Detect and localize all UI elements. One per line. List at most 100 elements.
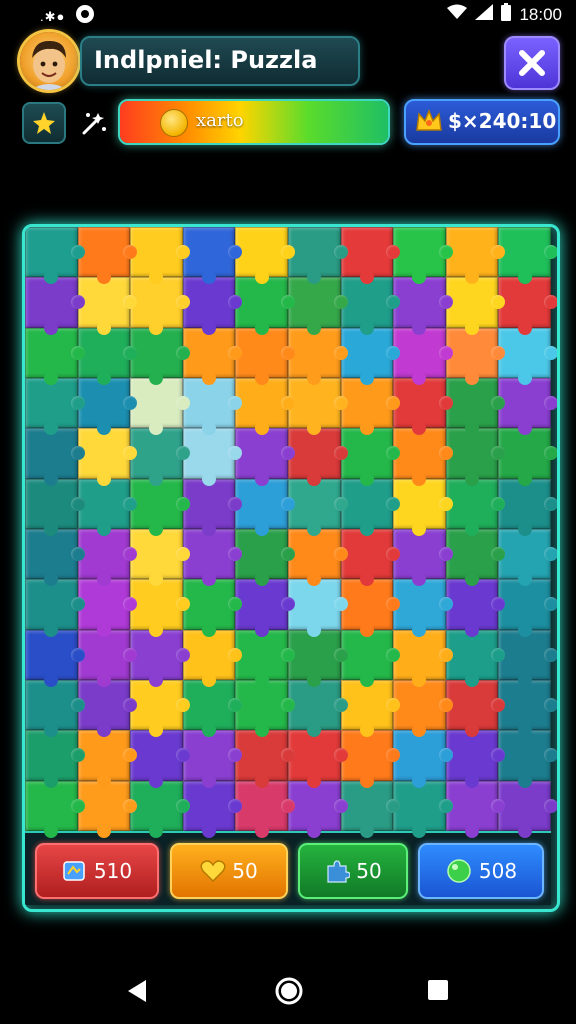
puzzle-piece[interactable] bbox=[445, 327, 505, 386]
puzzle-piece[interactable] bbox=[77, 679, 137, 738]
puzzle-piece[interactable] bbox=[445, 579, 505, 638]
puzzle-piece[interactable] bbox=[182, 679, 242, 738]
puzzle-piece[interactable] bbox=[498, 327, 557, 386]
puzzle-piece[interactable] bbox=[235, 377, 295, 436]
puzzle-piece[interactable] bbox=[77, 629, 137, 688]
puzzle-piece[interactable] bbox=[25, 327, 85, 386]
shuffle-button[interactable] bbox=[22, 102, 66, 144]
puzzle-piece[interactable] bbox=[340, 478, 400, 537]
puzzle-piece[interactable] bbox=[393, 579, 453, 638]
puzzle-piece[interactable] bbox=[25, 478, 85, 537]
hint-button[interactable] bbox=[72, 102, 116, 144]
puzzle-piece[interactable] bbox=[130, 227, 190, 285]
puzzle-piece[interactable] bbox=[130, 730, 190, 789]
puzzle-piece[interactable] bbox=[130, 579, 190, 638]
puzzle-piece[interactable] bbox=[498, 679, 557, 738]
puzzle-piece[interactable] bbox=[130, 679, 190, 738]
puzzle-piece[interactable] bbox=[130, 327, 190, 386]
puzzle-piece[interactable] bbox=[235, 780, 295, 839]
nav-back-button[interactable] bbox=[124, 978, 150, 1008]
puzzle-piece[interactable] bbox=[393, 528, 453, 587]
puzzle-piece[interactable] bbox=[445, 528, 505, 587]
puzzle-piece[interactable] bbox=[287, 730, 348, 789]
puzzle-piece[interactable] bbox=[182, 327, 242, 386]
puzzle-piece[interactable] bbox=[182, 227, 242, 285]
puzzle-piece[interactable] bbox=[182, 277, 242, 336]
puzzle-piece[interactable] bbox=[393, 679, 453, 738]
player-avatar[interactable] bbox=[20, 32, 78, 90]
puzzle-piece[interactable] bbox=[445, 780, 505, 839]
puzzle-piece[interactable] bbox=[340, 629, 400, 688]
puzzle-piece[interactable] bbox=[235, 579, 295, 638]
puzzle-piece[interactable] bbox=[287, 227, 348, 285]
puzzle-piece[interactable] bbox=[287, 327, 348, 386]
puzzle-piece[interactable] bbox=[77, 277, 137, 336]
puzzle-piece[interactable] bbox=[182, 579, 242, 638]
puzzle-piece[interactable] bbox=[340, 579, 400, 638]
puzzle-piece[interactable] bbox=[498, 227, 557, 285]
puzzle-piece[interactable] bbox=[445, 377, 505, 436]
puzzle-piece[interactable] bbox=[130, 629, 190, 688]
puzzle-piece[interactable] bbox=[498, 528, 557, 587]
puzzle-piece[interactable] bbox=[287, 528, 348, 587]
tray-button-piece[interactable]: 50 bbox=[298, 843, 408, 899]
puzzle-piece[interactable] bbox=[235, 730, 295, 789]
puzzle-piece[interactable] bbox=[287, 377, 348, 436]
puzzle-piece[interactable] bbox=[182, 730, 242, 789]
puzzle-piece[interactable] bbox=[393, 277, 453, 336]
puzzle-piece[interactable] bbox=[130, 528, 190, 587]
puzzle-grid[interactable] bbox=[25, 227, 557, 839]
puzzle-piece[interactable] bbox=[445, 679, 505, 738]
puzzle-piece[interactable] bbox=[340, 377, 400, 436]
puzzle-piece[interactable] bbox=[393, 780, 453, 839]
puzzle-piece[interactable] bbox=[445, 277, 505, 336]
puzzle-piece[interactable] bbox=[25, 730, 85, 789]
puzzle-piece[interactable] bbox=[235, 528, 295, 587]
puzzle-piece[interactable] bbox=[25, 780, 85, 839]
puzzle-piece[interactable] bbox=[393, 730, 453, 789]
puzzle-piece[interactable] bbox=[393, 478, 453, 537]
puzzle-piece[interactable] bbox=[77, 730, 137, 789]
puzzle-piece[interactable] bbox=[25, 629, 85, 688]
puzzle-piece[interactable] bbox=[235, 227, 295, 285]
nav-recents-button[interactable] bbox=[426, 978, 450, 1006]
puzzle-piece[interactable] bbox=[287, 428, 348, 487]
puzzle-piece[interactable] bbox=[130, 478, 190, 537]
puzzle-piece[interactable] bbox=[498, 730, 557, 789]
puzzle-piece[interactable] bbox=[340, 780, 400, 839]
close-button[interactable] bbox=[504, 36, 560, 90]
puzzle-piece[interactable] bbox=[393, 428, 453, 487]
puzzle-piece[interactable] bbox=[287, 277, 348, 336]
tray-button-orb[interactable]: 508 bbox=[418, 843, 544, 899]
puzzle-piece[interactable] bbox=[182, 528, 242, 587]
puzzle-piece[interactable] bbox=[182, 428, 242, 487]
puzzle-piece[interactable] bbox=[182, 629, 242, 688]
puzzle-piece[interactable] bbox=[340, 277, 400, 336]
puzzle-piece[interactable] bbox=[77, 227, 137, 285]
tray-button-map[interactable]: 510 bbox=[35, 843, 159, 899]
puzzle-piece[interactable] bbox=[130, 780, 190, 839]
puzzle-piece[interactable] bbox=[130, 377, 190, 436]
puzzle-piece[interactable] bbox=[287, 679, 348, 738]
puzzle-piece[interactable] bbox=[498, 579, 557, 638]
puzzle-piece[interactable] bbox=[445, 629, 505, 688]
puzzle-piece[interactable] bbox=[498, 780, 557, 839]
puzzle-piece[interactable] bbox=[340, 227, 400, 285]
puzzle-piece[interactable] bbox=[287, 478, 348, 537]
puzzle-piece[interactable] bbox=[340, 679, 400, 738]
puzzle-piece[interactable] bbox=[25, 277, 85, 336]
puzzle-piece[interactable] bbox=[235, 679, 295, 738]
puzzle-piece[interactable] bbox=[182, 780, 242, 839]
puzzle-piece[interactable] bbox=[77, 428, 137, 487]
puzzle-piece[interactable] bbox=[393, 629, 453, 688]
puzzle-piece[interactable] bbox=[77, 579, 137, 638]
puzzle-piece[interactable] bbox=[77, 327, 137, 386]
puzzle-piece[interactable] bbox=[498, 478, 557, 537]
puzzle-piece[interactable] bbox=[287, 780, 348, 839]
puzzle-piece[interactable] bbox=[77, 478, 137, 537]
puzzle-piece[interactable] bbox=[393, 377, 453, 436]
puzzle-piece[interactable] bbox=[340, 528, 400, 587]
puzzle-piece[interactable] bbox=[498, 629, 557, 688]
puzzle-piece[interactable] bbox=[287, 579, 348, 638]
puzzle-piece[interactable] bbox=[287, 629, 348, 688]
